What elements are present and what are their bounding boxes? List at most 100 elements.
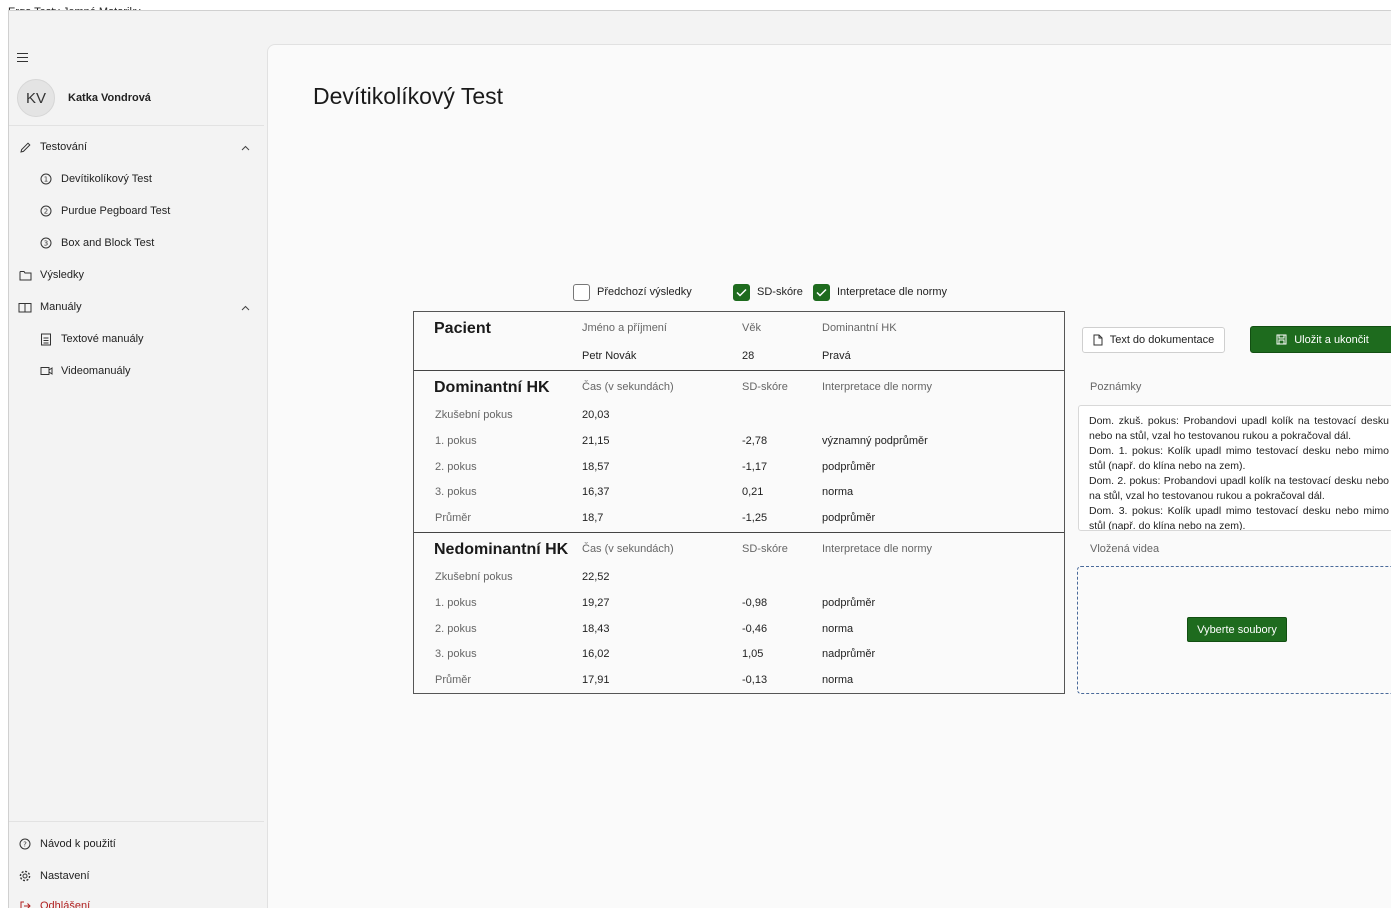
sidebar-item-label: Videomanuály (61, 365, 131, 377)
sidebar-item-testing[interactable]: Testování (9, 133, 264, 161)
column-header: Interpretace dle normy (822, 381, 933, 393)
checkbox-label: Interpretace dle normy (837, 286, 948, 298)
button-label: Uložit a ukončit (1294, 333, 1369, 346)
sidebar-item-box-and-block[interactable]: 3 Box and Block Test (9, 229, 264, 257)
sidebar-item-nine-hole-test[interactable]: 1 Devítikolíkový Test (9, 165, 264, 193)
number-one-icon: 1 (39, 172, 53, 186)
dominant-section-title: Dominantní HK (434, 379, 550, 396)
sidebar-item-purdue-pegboard[interactable]: 2 Purdue Pegboard Test (9, 197, 264, 225)
time-value: 17,91 (582, 674, 610, 686)
interpretation-value: podprůměr (822, 597, 876, 609)
time-value: 18,7 (582, 512, 604, 524)
checkmark-icon[interactable] (813, 283, 830, 301)
interpretation-value: nadprůměr (822, 648, 876, 660)
sidebar-item-label: Testování (40, 141, 88, 153)
interpretation-value: norma (822, 674, 854, 686)
sidebar-item-video-manuals[interactable]: Videomanuály (9, 357, 264, 385)
results-table: Pacient Jméno a příjmení Věk Dominantní … (413, 311, 1065, 694)
column-header: Čas (v sekundách) (582, 543, 674, 555)
row-label: 2. pokus (435, 623, 477, 635)
previous-results-checkbox[interactable]: Předchozí výsledky (573, 283, 692, 301)
document-icon (1093, 334, 1103, 346)
row-label: Průměr (435, 674, 472, 686)
nondominant-section-title: Nedominantní HK (434, 541, 569, 558)
chevron-up-icon[interactable] (241, 142, 250, 154)
svg-text:2: 2 (44, 208, 48, 216)
svg-text:?: ? (23, 841, 27, 849)
checkmark-icon[interactable] (733, 283, 750, 301)
row-label: Zkušební pokus (435, 571, 513, 583)
note-line: Dom. 2. pokus: Probandovi upadl kolík na… (1089, 475, 1389, 502)
videos-label: Vložená videa (1090, 543, 1160, 555)
save-exit-button[interactable]: Uložit a ukončit (1250, 326, 1391, 353)
sidebar-item-results[interactable]: Výsledky (9, 261, 264, 289)
row-label: 3. pokus (435, 648, 477, 660)
button-label: Text do dokumentace (1109, 334, 1215, 346)
checkbox-label: SD-skóre (757, 286, 803, 298)
choose-files-button[interactable]: Vyberte soubory (1187, 617, 1287, 642)
sd-value: -2,78 (742, 435, 768, 447)
note-line: Dom. 3. pokus: Kolík upadl mimo testovac… (1089, 505, 1389, 531)
user-profile[interactable]: KV Katka Vondrová (17, 79, 151, 117)
time-value: 16,02 (582, 648, 610, 660)
content-pane: Devítikolíkový Test Předchozí výsledky S… (267, 44, 1391, 908)
column-header: Čas (v sekundách) (582, 381, 674, 393)
time-value: 18,43 (582, 623, 610, 635)
sidebar-item-manuals[interactable]: Manuály (9, 293, 264, 321)
book-icon (18, 300, 32, 314)
patient-name: Petr Novák (582, 350, 637, 362)
sidebar-item-text-manuals[interactable]: Textové manuály (9, 325, 264, 353)
sidebar-item-label: Textové manuály (61, 333, 144, 345)
video-icon (39, 364, 53, 378)
svg-text:1: 1 (44, 176, 48, 184)
note-line: Dom. zkuš. pokus: Probandovi upadl kolík… (1089, 415, 1389, 442)
notes-textarea[interactable]: Dom. zkuš. pokus: Probandovi upadl kolík… (1078, 405, 1391, 531)
checkbox-label: Předchozí výsledky (597, 286, 692, 298)
sidebar-divider (9, 821, 264, 822)
sidebar-item-settings[interactable]: Nastavení (9, 862, 264, 890)
row-label: Zkušební pokus (435, 409, 513, 421)
number-three-icon: 3 (39, 236, 53, 250)
sidebar-item-label: Devítikolíkový Test (61, 173, 152, 185)
time-value: 19,27 (582, 597, 610, 609)
row-label: 2. pokus (435, 461, 477, 473)
norm-interpretation-checkbox[interactable]: Interpretace dle normy (813, 283, 947, 301)
sidebar-item-label: Návod k použití (40, 838, 116, 850)
page-title: Devítikolíkový Test (313, 83, 504, 109)
interpretation-value: norma (822, 623, 854, 635)
logout-icon (18, 899, 32, 908)
interpretation-value: významný podprůměr (822, 435, 928, 447)
pencil-icon (18, 140, 32, 154)
document-icon (39, 332, 53, 346)
checkbox-box[interactable] (573, 283, 590, 301)
sd-value: 0,21 (742, 486, 764, 498)
folder-icon (18, 268, 32, 282)
sd-value: 1,05 (742, 648, 764, 660)
chevron-up-icon[interactable] (241, 302, 250, 314)
column-header: Interpretace dle normy (822, 543, 933, 555)
number-two-icon: 2 (39, 204, 53, 218)
menu-toggle-icon[interactable] (17, 53, 28, 62)
export-text-button[interactable]: Text do dokumentace (1082, 327, 1225, 353)
interpretation-value: podprůměr (822, 461, 876, 473)
section-divider (414, 370, 1064, 371)
row-label: Průměr (435, 512, 472, 524)
interpretation-value: podprůměr (822, 512, 876, 524)
sidebar-item-logout[interactable]: Odhlášení (9, 892, 264, 908)
sidebar-divider (9, 125, 264, 126)
time-value: 18,57 (582, 461, 610, 473)
sidebar-item-label: Výsledky (40, 269, 85, 281)
avatar: KV (17, 79, 55, 117)
video-dropzone[interactable]: Vyberte soubory (1077, 566, 1391, 694)
svg-text:3: 3 (44, 240, 48, 248)
sidebar-item-label: Odhlášení (40, 900, 91, 908)
sd-value: -0,46 (742, 623, 768, 635)
sidebar-item-help[interactable]: ? Návod k použití (9, 830, 264, 858)
gear-icon (18, 869, 32, 883)
sidebar-item-label: Purdue Pegboard Test (61, 205, 171, 217)
row-label: 1. pokus (435, 597, 477, 609)
help-icon: ? (18, 837, 32, 851)
section-divider (414, 532, 1064, 533)
sd-score-checkbox[interactable]: SD-skóre (733, 283, 803, 301)
save-icon (1276, 334, 1287, 345)
